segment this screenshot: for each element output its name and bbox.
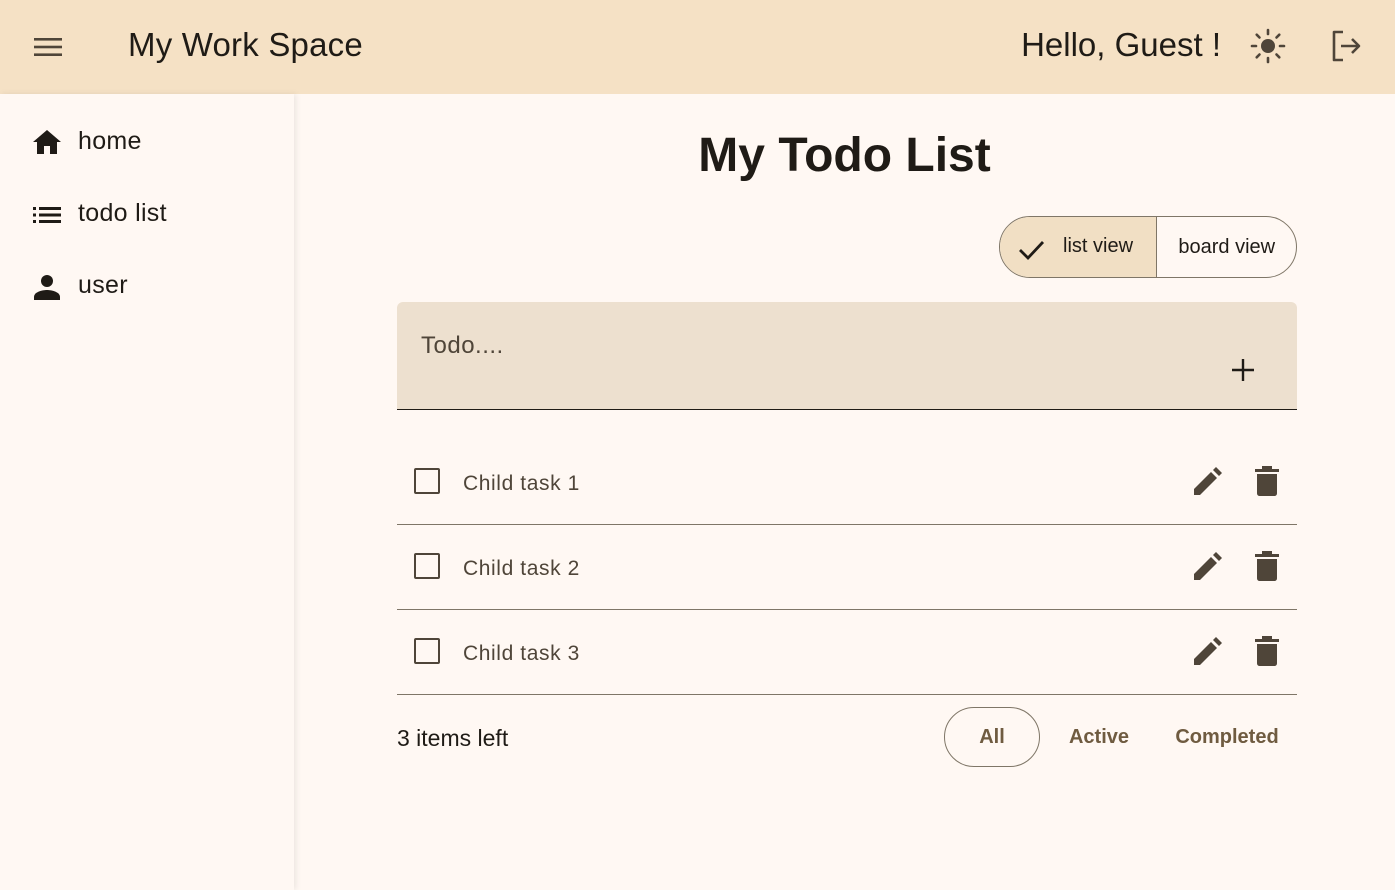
sidebar: home todo list user — [0, 94, 294, 890]
task-checkbox[interactable] — [414, 638, 440, 664]
menu-button[interactable] — [22, 21, 74, 73]
delete-icon[interactable] — [1253, 635, 1281, 667]
person-icon — [34, 275, 60, 300]
plus-icon — [1232, 359, 1254, 381]
page-title: My Todo List — [698, 129, 991, 182]
top-app-bar: My Work Space Hello, Guest ! — [0, 0, 1395, 94]
todo-input[interactable] — [421, 328, 1181, 364]
delete-icon[interactable] — [1253, 550, 1281, 582]
task-row: Child task 1 — [397, 440, 1297, 525]
task-title: Child task 2 — [463, 557, 580, 580]
edit-icon[interactable] — [1191, 636, 1223, 668]
logout-icon — [1332, 30, 1361, 62]
task-checkbox[interactable] — [414, 468, 440, 494]
menu-icon — [34, 38, 62, 56]
task-checkbox[interactable] — [414, 553, 440, 579]
sidebar-item-label: user — [78, 271, 128, 299]
app-title: My Work Space — [128, 26, 363, 63]
add-todo-button[interactable] — [1225, 352, 1261, 388]
check-icon — [1019, 241, 1045, 261]
edit-icon[interactable] — [1191, 466, 1223, 498]
board-view-button[interactable]: board view — [1157, 217, 1296, 277]
greeting-text: Hello, Guest ! — [1021, 26, 1221, 63]
sidebar-item-todo-list[interactable]: todo list — [0, 186, 294, 242]
sidebar-item-home[interactable]: home — [0, 114, 294, 170]
view-toggle: list view board view — [999, 216, 1297, 278]
sidebar-item-label: home — [78, 127, 142, 155]
list-view-label: list view — [1063, 235, 1134, 257]
logout-button[interactable] — [1322, 22, 1370, 70]
sidebar-item-user[interactable]: user — [0, 258, 294, 314]
list-icon — [33, 207, 61, 223]
task-row: Child task 3 — [397, 610, 1297, 695]
filter-active-button[interactable]: Active — [1058, 707, 1140, 767]
sidebar-item-label: todo list — [78, 199, 167, 227]
list-view-button[interactable]: list view — [1000, 217, 1158, 277]
items-left-count: 3 items left — [397, 725, 509, 751]
edit-icon[interactable] — [1191, 551, 1223, 583]
task-title: Child task 1 — [463, 472, 580, 495]
home-icon — [33, 130, 61, 154]
theme-toggle-button[interactable] — [1244, 22, 1292, 70]
filter-completed-button[interactable]: Completed — [1160, 707, 1294, 767]
task-title: Child task 3 — [463, 642, 580, 665]
board-view-label: board view — [1178, 235, 1276, 258]
delete-icon[interactable] — [1253, 465, 1281, 497]
filter-all-button[interactable]: All — [944, 707, 1040, 767]
todo-input-container — [397, 302, 1297, 410]
task-row: Child task 2 — [397, 525, 1297, 610]
sun-icon — [1250, 28, 1286, 64]
